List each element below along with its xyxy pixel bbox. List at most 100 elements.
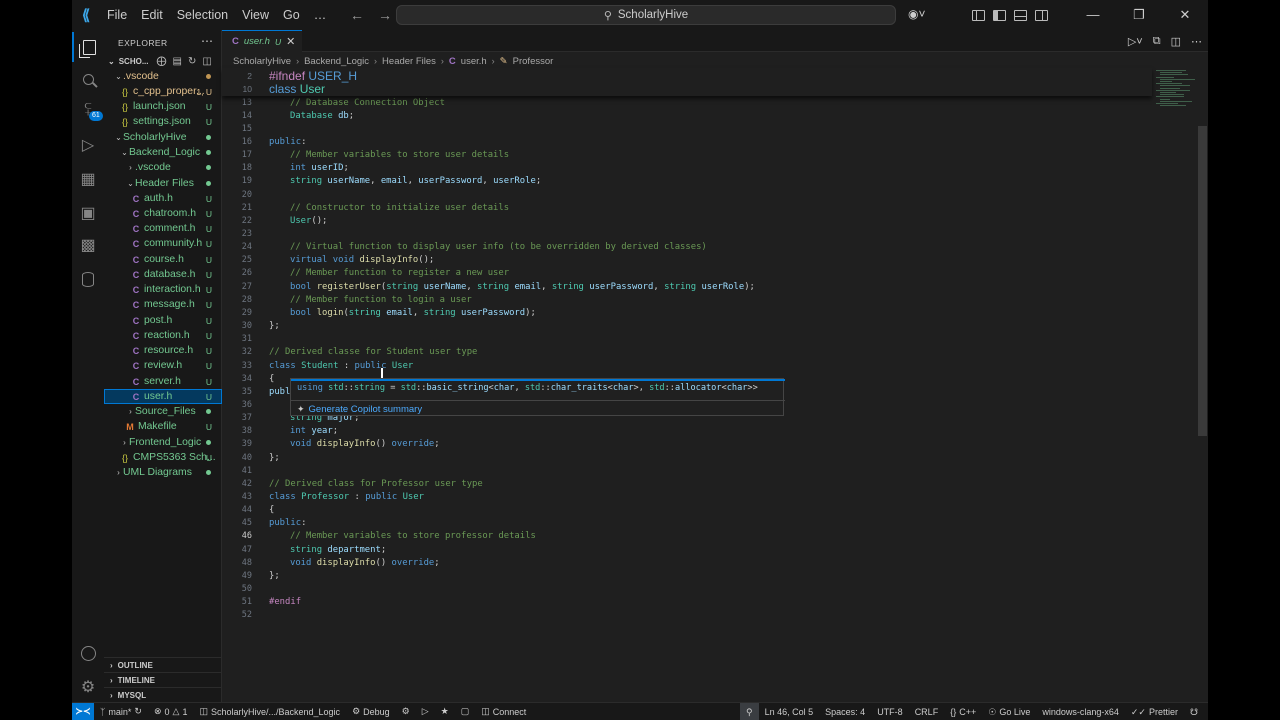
- menu-file[interactable]: File: [100, 0, 134, 30]
- vertical-scrollbar[interactable]: [1198, 126, 1207, 436]
- sticky-line[interactable]: 2 #ifndef USER_H: [222, 69, 357, 83]
- minimize-button[interactable]: —: [1070, 0, 1116, 30]
- breadcrumb-item[interactable]: Professor: [513, 56, 554, 67]
- tree-file-cmps5363[interactable]: {} CMPS5363 Sch... U: [104, 450, 222, 465]
- cursor-position-status[interactable]: Ln 46, Col 5: [759, 707, 820, 717]
- code-line[interactable]: 34 {: [222, 372, 275, 385]
- code-line[interactable]: 35 publ: [222, 385, 291, 398]
- code-line[interactable]: 51 #endif: [222, 596, 301, 609]
- tree-file-community-h[interactable]: Ccommunity.h U: [104, 236, 222, 251]
- breadcrumb-item[interactable]: Header Files: [382, 56, 436, 67]
- breadcrumb-item[interactable]: Backend_Logic: [304, 56, 369, 67]
- menu-edit[interactable]: Edit: [134, 0, 170, 30]
- code-line[interactable]: 44 {: [222, 504, 275, 517]
- compare-icon[interactable]: ⧉: [1153, 35, 1161, 48]
- code-line[interactable]: 41: [222, 464, 252, 477]
- timeline-section[interactable]: › TIMELINE: [104, 672, 222, 687]
- code-line[interactable]: 33 class Student : public User: [222, 359, 414, 372]
- source-control-activity[interactable]: ⪿ 61: [72, 96, 104, 126]
- new-file-icon[interactable]: ⨁: [156, 56, 166, 67]
- tree-folder-source-files[interactable]: › Source_Files: [104, 404, 222, 419]
- code-line[interactable]: 28 // Member function to login a user: [222, 293, 472, 306]
- connect-status[interactable]: ◫ Connect: [475, 706, 532, 717]
- more-actions-icon[interactable]: ⋯: [201, 34, 213, 48]
- tree-file-launch-json[interactable]: {} launch.json U: [104, 99, 222, 114]
- breadcrumb-item[interactable]: user.h: [461, 56, 487, 67]
- back-arrow-icon[interactable]: ←: [350, 7, 364, 23]
- code-line[interactable]: 49};: [222, 569, 280, 582]
- tree-file-interaction-h[interactable]: Cinteraction.h U: [104, 282, 222, 297]
- generate-copilot-summary-link[interactable]: ✦ Generate Copilot summary: [297, 404, 422, 415]
- code-line[interactable]: 23: [222, 228, 252, 241]
- code-line[interactable]: 16 public:: [222, 135, 307, 148]
- code-line[interactable]: 14 Database db;: [222, 109, 354, 122]
- tree-folder-header-files[interactable]: ⌄ Header Files: [104, 176, 222, 191]
- outline-section[interactable]: › OUTLINE: [104, 657, 222, 672]
- tree-file-reaction-h[interactable]: Creaction.h U: [104, 328, 222, 343]
- language-status[interactable]: {} C++: [944, 707, 982, 717]
- menu-go[interactable]: Go: [276, 0, 307, 30]
- code-line[interactable]: 15: [222, 122, 252, 135]
- code-line[interactable]: 26 // Member function to register a new u…: [222, 267, 509, 280]
- code-line[interactable]: 39 void displayInfo() override;: [222, 438, 440, 451]
- collapse-all-icon[interactable]: ◫: [202, 56, 211, 67]
- tree-file-chatroom-h[interactable]: Cchatroom.h U: [104, 206, 222, 221]
- tab-user-h[interactable]: C user.h U ✕: [222, 30, 302, 52]
- bug-status[interactable]: ★: [435, 706, 455, 717]
- code-line[interactable]: 46 // Member variables to store professor…: [222, 530, 536, 543]
- new-folder-icon[interactable]: ▤: [172, 56, 181, 67]
- tree-file-resource-h[interactable]: Cresource.h U: [104, 343, 222, 358]
- zoom-status[interactable]: ⚲: [740, 703, 759, 720]
- code-line[interactable]: 22 User();: [222, 214, 328, 227]
- kit-status[interactable]: windows-clang-x64: [1036, 707, 1125, 717]
- encoding-status[interactable]: UTF-8: [871, 707, 909, 717]
- tree-folder-frontend-logic[interactable]: › Frontend_Logic: [104, 435, 222, 450]
- tree-file-settings-json[interactable]: {} settings.json U: [104, 114, 222, 129]
- code-line[interactable]: 30};: [222, 320, 280, 333]
- sticky-line[interactable]: 10 class User: [222, 82, 326, 96]
- breadcrumb-item[interactable]: ScholarlyHive: [233, 56, 291, 67]
- code-line[interactable]: 38 int year;: [222, 425, 338, 438]
- tree-file-server-h[interactable]: Cserver.h U: [104, 374, 222, 389]
- notifications-status[interactable]: ☋: [1184, 707, 1204, 718]
- tree-folder-vscode-root[interactable]: ⌄ .vscode: [104, 69, 222, 84]
- run-icon[interactable]: ▷˅: [1128, 35, 1143, 48]
- debug-status[interactable]: ⚙ Debug: [346, 706, 396, 717]
- code-line[interactable]: 17 // Member variables to store user deta…: [222, 149, 509, 162]
- menu-view[interactable]: View: [235, 0, 276, 30]
- copilot-icon[interactable]: ◉˅: [908, 7, 925, 21]
- settings-activity[interactable]: ⚙: [72, 672, 104, 702]
- explorer-activity[interactable]: [72, 32, 104, 62]
- code-line[interactable]: 32 // Derived classe for Student user typ…: [222, 346, 478, 359]
- tree-folder-uml-diagrams[interactable]: › UML Diagrams: [104, 465, 222, 480]
- tree-folder-scholarlyhive[interactable]: ⌄ ScholarlyHive: [104, 130, 222, 145]
- code-line[interactable]: 24 // Virtual function to display user in…: [222, 241, 707, 254]
- toggle-panel-icon[interactable]: [1014, 9, 1027, 21]
- prettier-status[interactable]: ✓✓ Prettier: [1125, 707, 1184, 718]
- code-line[interactable]: 25 virtual void displayInfo();: [222, 254, 435, 267]
- tree-file-review-h[interactable]: Creview.h U: [104, 358, 222, 373]
- toggle-primary-sidebar-icon[interactable]: [972, 9, 985, 21]
- tree-file-makefile[interactable]: M Makefile U: [104, 419, 222, 434]
- search-activity[interactable]: [72, 64, 104, 94]
- testing-activity[interactable]: ▩: [72, 230, 104, 260]
- code-line[interactable]: 36: [222, 398, 252, 411]
- refresh-icon[interactable]: ↻: [188, 56, 196, 67]
- extensions-activity[interactable]: ▦: [72, 164, 104, 194]
- tree-file-user-h[interactable]: Cuser.h U: [104, 389, 222, 404]
- run-status[interactable]: ▷: [416, 706, 435, 717]
- remote-indicator-icon[interactable]: ≻≺: [72, 702, 94, 720]
- tree-file-c-cpp-properties[interactable]: {} c_cpp_proper... 1, U: [104, 84, 222, 99]
- tree-file-course-h[interactable]: Ccourse.h U: [104, 252, 222, 267]
- close-icon[interactable]: ✕: [286, 35, 295, 48]
- command-center-search[interactable]: ⚲ ScholarlyHive: [396, 5, 896, 25]
- sticky-scroll[interactable]: 2 #ifndef USER_H 10 class User: [222, 68, 1152, 96]
- build-gear-status[interactable]: ⚙: [396, 706, 416, 717]
- code-line[interactable]: 29 bool login(string email, string userPa…: [222, 306, 536, 319]
- restore-button[interactable]: ❐: [1116, 0, 1162, 30]
- code-line[interactable]: 27 bool registerUser(string userName, str…: [222, 280, 755, 293]
- folder-status[interactable]: ◫ ScholarlyHive/.../Backend_Logic: [193, 706, 346, 717]
- split-editor-icon[interactable]: ◫: [1171, 35, 1181, 48]
- branch-status[interactable]: ᛉ main* ↻: [94, 706, 148, 717]
- toggle-secondary-sidebar-icon[interactable]: [1035, 9, 1048, 21]
